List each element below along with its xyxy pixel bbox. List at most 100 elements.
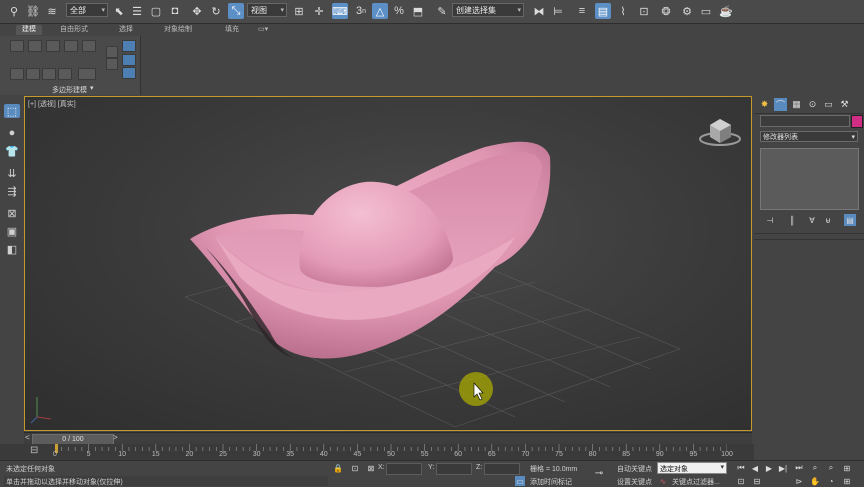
keyboard-shortcut-override-icon[interactable]: ⌨ (332, 3, 348, 19)
ribbon-options-icon[interactable]: ▭▾ (258, 25, 268, 35)
modify-tab-icon[interactable]: ⌒ (774, 98, 787, 111)
undo-link-icon[interactable]: ⚲ (6, 3, 22, 19)
auto-key-button[interactable]: 自动关键点 (617, 464, 652, 474)
edit-named-selection-icon[interactable]: ✎ (434, 3, 450, 19)
create-tab-icon[interactable]: ✸ (758, 98, 771, 111)
unlink-icon[interactable]: ⛓ (25, 3, 41, 19)
key-filters-icon[interactable]: ∿ (658, 476, 668, 486)
mini-curve-editor-icon[interactable]: ⊟ (30, 445, 38, 456)
go-to-end-icon[interactable]: ⏭ (794, 463, 804, 473)
select-scale-icon[interactable]: ⤡ (228, 3, 244, 19)
hierarchy-tab-icon[interactable]: ▦ (790, 98, 803, 111)
pivot-center-icon[interactable]: ⊞ (291, 3, 307, 19)
filter-objects-icon[interactable]: ⇶ (4, 184, 20, 198)
scene-explorer-icon[interactable]: ▤ (595, 3, 611, 19)
selection-key-dropdown[interactable]: 选定对象 ▾ (657, 462, 727, 474)
zoom-extents-icon[interactable]: ⊞ (842, 463, 852, 473)
perspective-viewport[interactable]: [+] [透视] [真实] (24, 96, 752, 431)
pin-stack-icon[interactable]: ⊣ (764, 214, 776, 226)
show-end-result-icon[interactable]: ║ (786, 214, 798, 226)
previous-frame-icon[interactable]: ◀ (750, 463, 760, 473)
selection-filter-dropdown[interactable]: 全部 ▾ (66, 3, 108, 17)
maximize-viewport-icon[interactable]: ⊞ (842, 476, 852, 486)
select-move-icon[interactable]: ✥ (189, 3, 205, 19)
orbit-icon[interactable]: ◔ (826, 476, 836, 486)
tab-populate[interactable]: 填充 (225, 25, 239, 35)
snaps-toggle-icon[interactable]: 3n (353, 3, 369, 19)
select-rotate-icon[interactable]: ↻ (208, 3, 224, 19)
select-by-name-icon[interactable]: ☰ (129, 3, 145, 19)
add-time-tag-icon[interactable]: ▭ (515, 476, 525, 486)
modifier-stack[interactable] (760, 148, 859, 210)
curve-editor-icon[interactable]: ⌇ (615, 3, 631, 19)
reference-coordinate-dropdown[interactable]: 视图 ▾ (247, 3, 287, 17)
go-to-start-icon[interactable]: ⏮ (736, 463, 746, 473)
show-end-result-icon[interactable] (106, 58, 118, 70)
pin-stack-icon[interactable] (106, 46, 118, 58)
play-icon[interactable]: ▶ (764, 463, 774, 473)
display-layers-icon[interactable]: 👕 (4, 144, 20, 158)
tab-object-paint[interactable]: 对象绘制 (164, 25, 192, 35)
make-unique-icon[interactable]: ∀ (806, 214, 818, 226)
configure-modifier-sets-icon[interactable]: ▤ (844, 214, 856, 226)
generate-topology-icon[interactable] (78, 68, 96, 80)
teapot-icon[interactable]: ● (4, 126, 20, 140)
bind-space-warp-icon[interactable]: ≋ (44, 3, 60, 19)
spinner-snap-icon[interactable]: ⬒ (410, 3, 426, 19)
modifier-list-dropdown[interactable]: 修改器列表 ▾ (760, 131, 858, 142)
vertex-icon[interactable] (10, 40, 24, 52)
field-of-view-icon[interactable]: ⊳ (794, 476, 804, 486)
material-editor-icon[interactable]: ❂ (658, 3, 674, 19)
trackbar[interactable]: ⊟ 0 5 10 15 20 25 30 35 40 45 50 55 60 65 70 75 80 85 90 95… (0, 444, 754, 460)
frame-counter-field[interactable]: ⊡ (736, 476, 746, 486)
convert-poly-icon[interactable] (26, 68, 40, 80)
absolute-mode-icon[interactable]: ⊡ (350, 463, 360, 473)
set-key-icon[interactable]: ⊸ (594, 468, 604, 479)
select-object-icon[interactable]: ⬉ (111, 3, 127, 19)
x-coordinate-field[interactable] (386, 463, 422, 475)
display-tab-icon[interactable]: ▭ (822, 98, 835, 111)
tab-selection[interactable]: 选择 (119, 25, 133, 35)
hide-icon[interactable]: ▣ (4, 224, 20, 238)
object-name-field[interactable] (760, 115, 850, 127)
use-soft-selection-icon[interactable] (122, 54, 136, 66)
window-crossing-icon[interactable]: ◘ (167, 3, 183, 19)
apply-edit-poly-icon[interactable] (42, 68, 56, 80)
percent-snap-icon[interactable]: % (391, 3, 407, 19)
next-frame-icon[interactable]: ▶| (778, 463, 788, 473)
toggle-command-panel-icon[interactable] (10, 68, 24, 80)
align-icon[interactable]: ⊨ (550, 3, 566, 19)
utilities-tab-icon[interactable]: ⚒ (838, 98, 851, 111)
edit-poly-icon[interactable] (58, 68, 72, 80)
time-slider-prev-icon[interactable]: < (25, 433, 30, 442)
time-slider-bar[interactable]: < 0 / 100 > (24, 432, 752, 445)
sort-by-hierarchy-icon[interactable]: ⇊ (4, 166, 20, 180)
layer-manager-icon[interactable]: ≡ (574, 3, 590, 19)
render-setup-icon[interactable]: ⚙ (679, 3, 695, 19)
rectangular-selection-icon[interactable]: ▢ (148, 3, 164, 19)
lock-selection-icon[interactable]: 🔒 (333, 463, 343, 473)
motion-tab-icon[interactable]: ⊙ (806, 98, 819, 111)
tab-freeform[interactable]: 自由形式 (60, 25, 88, 35)
time-slider-next-icon[interactable]: > (113, 433, 118, 442)
mirror-icon[interactable]: ⧓ (531, 3, 547, 19)
modify-mode-icon[interactable] (122, 40, 136, 52)
tab-modeling[interactable]: 建模 (16, 25, 42, 35)
rendered-frame-window-icon[interactable]: ▭ (698, 3, 714, 19)
angle-snap-icon[interactable]: △ (372, 3, 388, 19)
polygon-icon[interactable] (64, 40, 78, 52)
chevron-down-icon[interactable]: ▾ (90, 84, 94, 92)
edge-icon[interactable] (28, 40, 42, 52)
zoom-all-icon[interactable]: ⌕ (826, 463, 836, 473)
schematic-view-icon[interactable]: ⊡ (636, 3, 652, 19)
scene-explorer-icon[interactable]: ⬚ (4, 104, 20, 118)
zoom-icon[interactable]: ⌕ (810, 463, 820, 473)
y-coordinate-field[interactable] (436, 463, 472, 475)
named-selection-set-dropdown[interactable]: 创建选择集 ▾ (452, 3, 524, 17)
collapse-stack-icon[interactable] (122, 67, 136, 79)
transform-type-in-icon[interactable]: ⊠ (366, 463, 376, 473)
select-manipulate-icon[interactable]: ✛ (311, 3, 327, 19)
freeze-icon[interactable]: ⊠ (4, 206, 20, 220)
remove-modifier-icon[interactable]: ⊌ (822, 214, 834, 226)
z-coordinate-field[interactable] (484, 463, 520, 475)
